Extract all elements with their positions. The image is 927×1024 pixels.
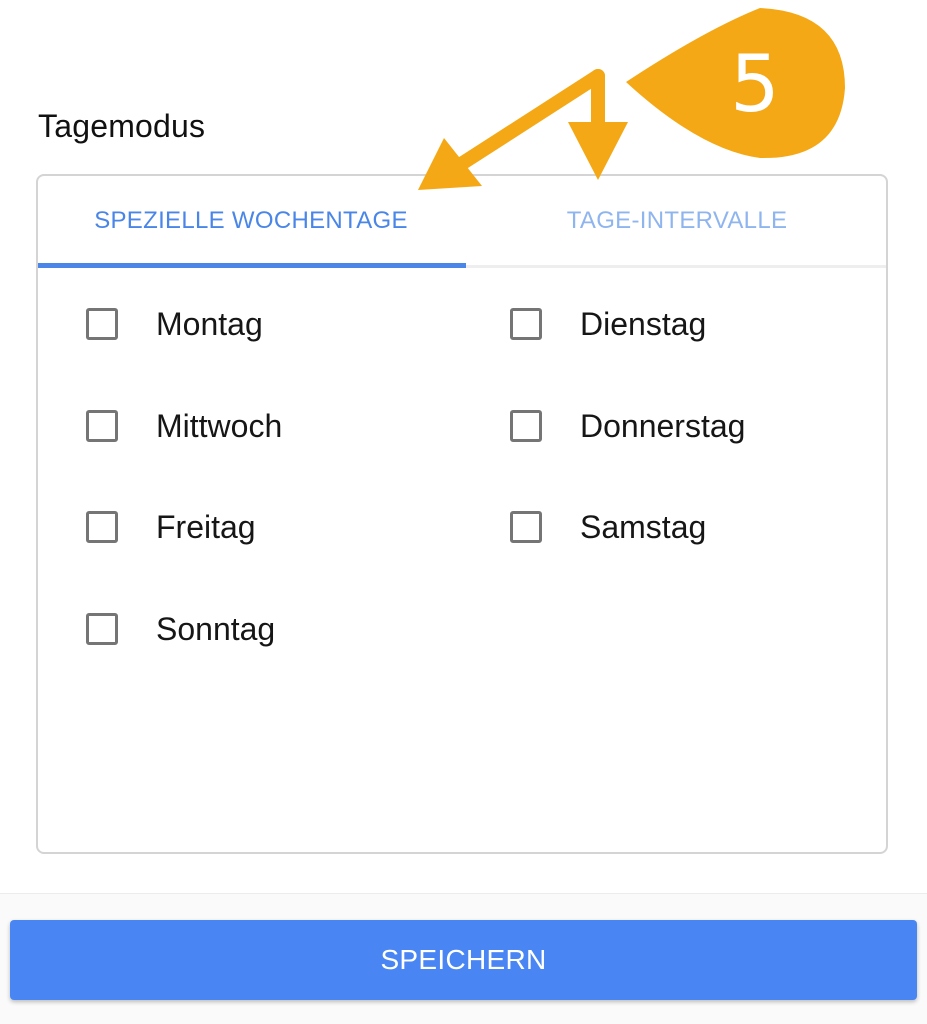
checkbox-tuesday[interactable] [510,308,542,340]
checkbox-wednesday[interactable] [86,410,118,442]
checkbox-saturday[interactable] [510,511,542,543]
checkbox-thursday[interactable] [510,410,542,442]
day-mode-card: SPEZIELLE WOCHENTAGE TAGE-INTERVALLE Mon… [36,174,888,854]
day-label-saturday: Samstag [580,508,707,545]
tab-bar: SPEZIELLE WOCHENTAGE TAGE-INTERVALLE [38,176,886,268]
save-button[interactable]: SPEICHERN [10,920,917,1000]
day-option-monday[interactable]: Montag [86,294,263,354]
day-option-sunday[interactable]: Sonntag [86,599,275,659]
arrowhead-intervals [568,122,628,180]
day-option-saturday[interactable]: Samstag [510,497,706,557]
day-label-sunday: Sonntag [156,610,276,647]
arrow-to-weekdays-tab [448,69,605,175]
checkbox-monday[interactable] [86,308,118,340]
tab-day-intervals[interactable]: TAGE-INTERVALLE [464,176,886,265]
day-label-tuesday: Dienstag [580,305,707,342]
checkbox-sunday[interactable] [86,613,118,645]
day-option-tuesday[interactable]: Dienstag [510,294,706,354]
day-option-friday[interactable]: Freitag [86,497,256,557]
day-label-monday: Montag [156,305,263,342]
day-option-wednesday[interactable]: Mittwoch [86,396,282,456]
section-title: Tagemodus [38,108,206,144]
day-label-friday: Freitag [156,508,256,545]
active-tab-indicator [38,263,466,268]
step-number: 5 [730,40,780,130]
day-label-thursday: Donnerstag [580,407,746,444]
day-option-thursday[interactable]: Donnerstag [510,396,745,456]
tab-special-weekdays[interactable]: SPEZIELLE WOCHENTAGE [38,176,464,265]
checkbox-friday[interactable] [86,511,118,543]
day-label-wednesday: Mittwoch [156,407,283,444]
